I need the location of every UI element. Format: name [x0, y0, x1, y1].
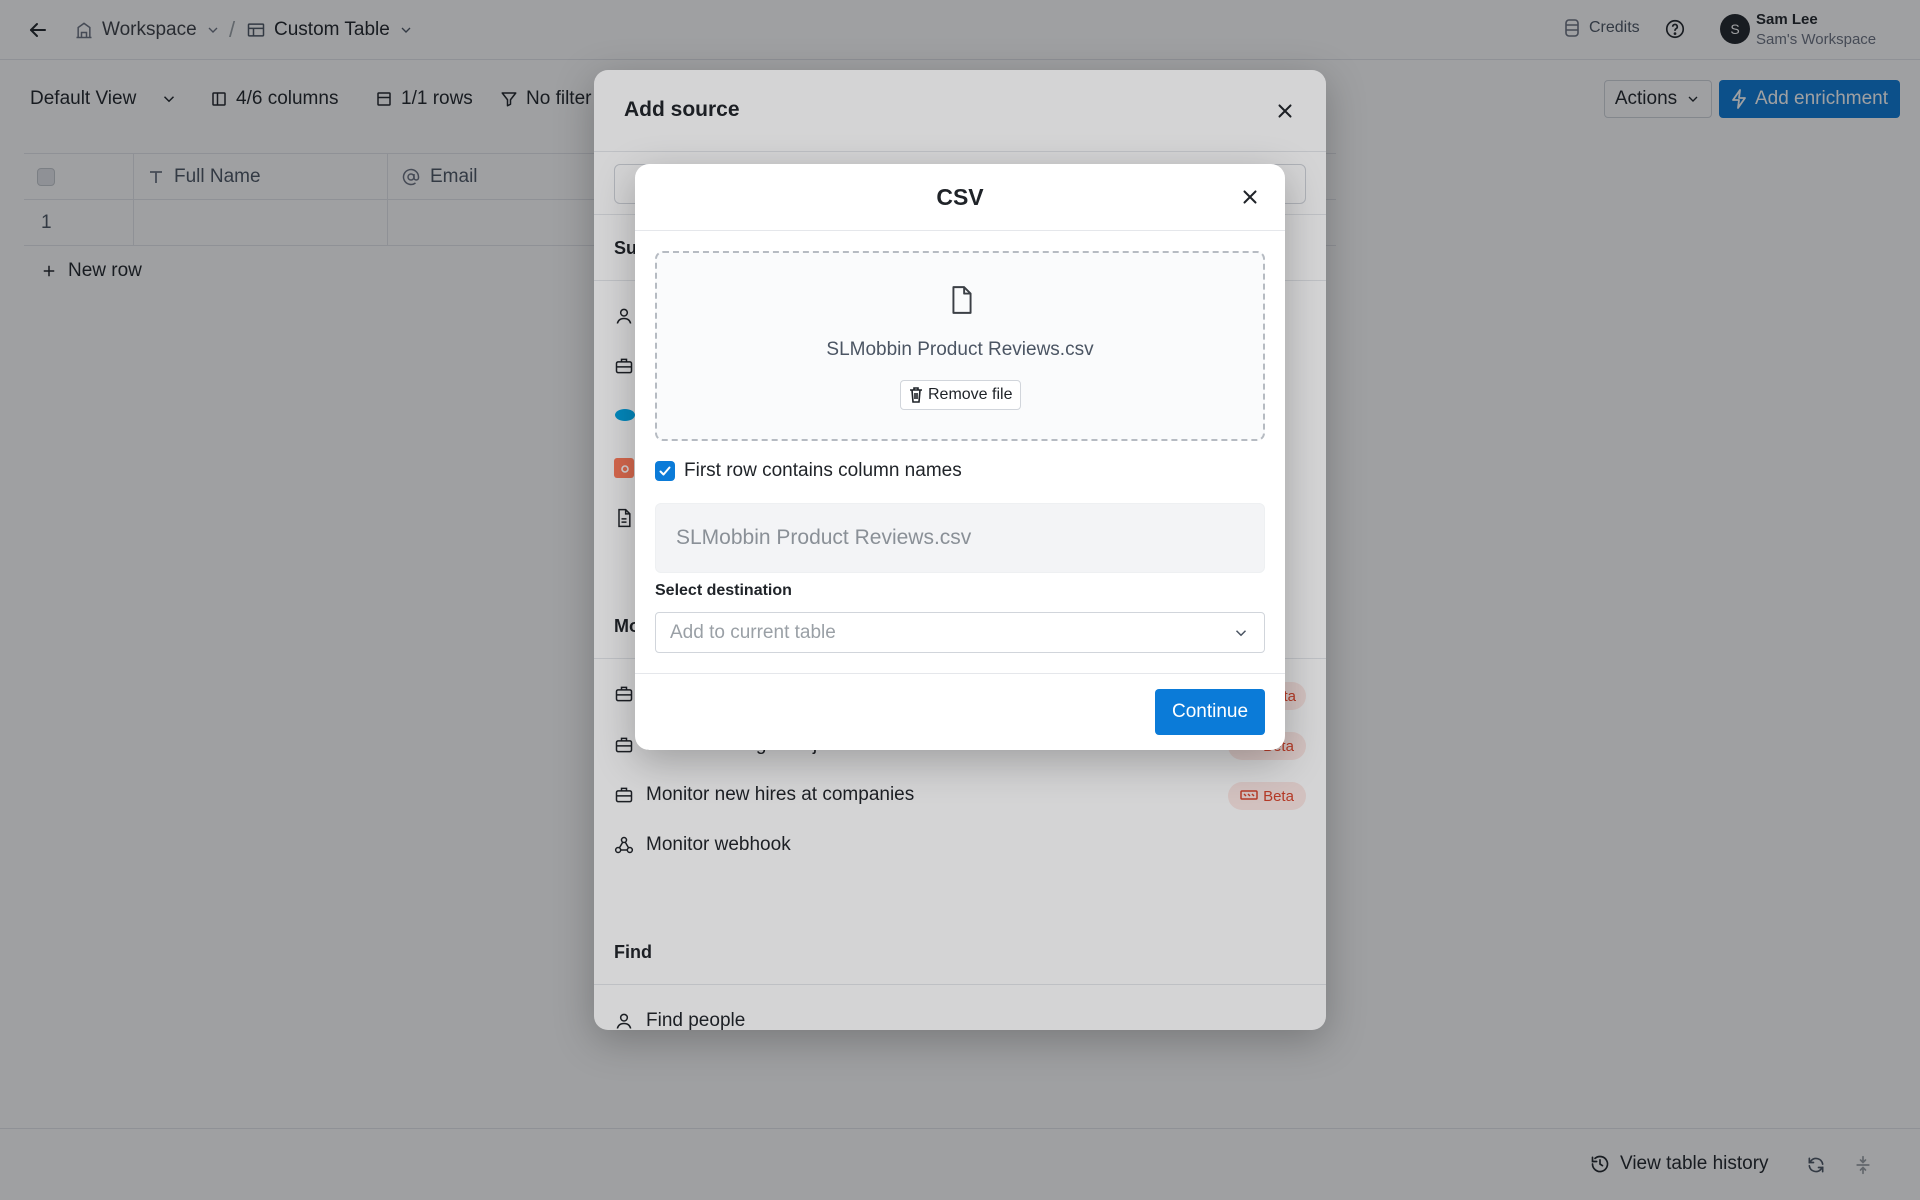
checkbox-checked[interactable]: [655, 461, 675, 481]
first-row-column-names-checkbox[interactable]: First row contains column names: [655, 460, 962, 482]
close-icon[interactable]: [1239, 186, 1261, 208]
divider: [635, 673, 1285, 674]
chevron-down-icon: [1232, 624, 1250, 642]
continue-button[interactable]: Continue: [1155, 689, 1265, 735]
csv-modal-title: CSV: [936, 184, 984, 210]
destination-select[interactable]: Add to current table: [655, 612, 1265, 653]
checkbox-label: First row contains column names: [684, 460, 962, 481]
destination-label: Select destination: [655, 582, 792, 599]
table-name-field[interactable]: SLMobbin Product Reviews.csv: [655, 503, 1265, 573]
divider: [635, 230, 1285, 231]
trash-icon: [909, 387, 923, 403]
file-dropzone[interactable]: SLMobbin Product Reviews.csv Remove file: [655, 251, 1265, 441]
file-icon: [949, 285, 975, 315]
remove-file-button[interactable]: Remove file: [900, 380, 1022, 410]
csv-modal: CSV SLMobbin Product Reviews.csv Remove …: [635, 164, 1285, 750]
destination-placeholder: Add to current table: [670, 621, 836, 643]
remove-file-label: Remove file: [928, 386, 1013, 403]
uploaded-file-name: SLMobbin Product Reviews.csv: [826, 339, 1094, 360]
